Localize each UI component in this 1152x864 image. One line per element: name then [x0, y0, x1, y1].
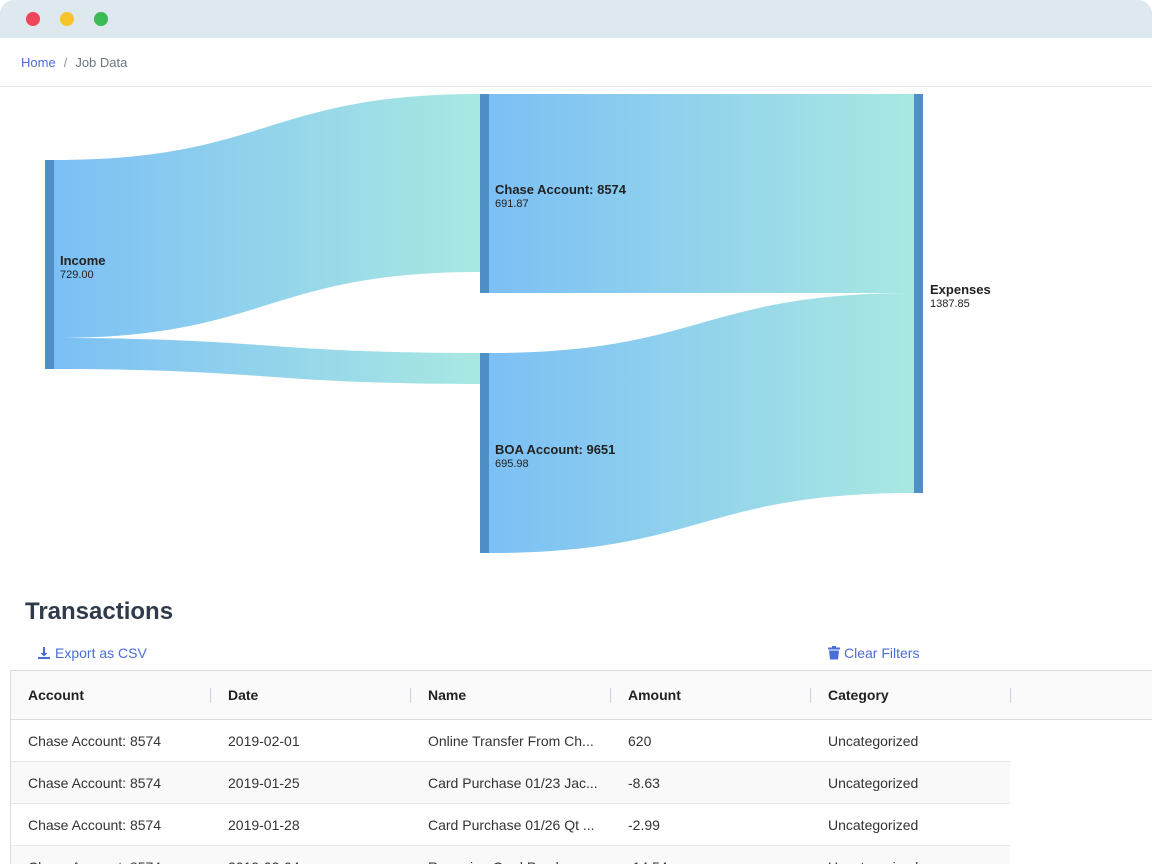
sankey-link-income-boa[interactable]	[54, 338, 480, 384]
minimize-window-button[interactable]	[60, 12, 74, 26]
export-csv-label: Export as CSV	[55, 645, 147, 661]
sankey-value-chase: 691.87	[495, 198, 529, 210]
sankey-value-expenses: 1387.85	[930, 298, 970, 310]
column-header-amount[interactable]: Amount	[611, 671, 811, 720]
sankey-link-income-chase[interactable]	[54, 94, 480, 338]
cell-account: Chase Account: 8574	[28, 775, 162, 791]
sankey-label-chase: Chase Account: 8574	[495, 182, 627, 197]
clear-filters-label: Clear Filters	[844, 645, 920, 661]
breadcrumb-separator: /	[63, 55, 68, 70]
clear-filters-button[interactable]: Clear Filters	[828, 645, 919, 661]
sankey-node-income[interactable]	[45, 160, 54, 369]
cell-amount: -2.99	[628, 817, 660, 833]
cell-date: 2019-02-04	[211, 846, 411, 864]
cell-date: 2019-01-25	[228, 775, 300, 791]
column-header-date[interactable]: Date	[211, 671, 411, 720]
table-header: Account Date Name Amount Category	[11, 671, 1152, 720]
table-row[interactable]: Chase Account: 8574 2019-01-25 Card Purc…	[11, 762, 1010, 804]
cell-account: Chase Account: 8574	[11, 846, 211, 864]
cell-category: Uncategorized	[828, 775, 919, 791]
cell-category: Uncategorized	[828, 733, 919, 749]
column-header-name[interactable]: Name	[411, 671, 611, 720]
breadcrumb: Home / Job Data	[21, 55, 127, 70]
column-divider[interactable]	[1010, 688, 1011, 703]
cell-amount: -8.63	[628, 775, 660, 791]
table-row[interactable]: Chase Account: 8574 2019-02-01 Online Tr…	[11, 720, 1010, 762]
cell-amount: -14.54	[611, 846, 811, 864]
app-window: Home / Job Data Income 729.00 Chase Accoun…	[0, 0, 1152, 864]
table-row[interactable]: Chase Account: 8574 2019-02-04 Recurring…	[11, 846, 1010, 864]
trash-icon	[828, 646, 840, 660]
cell-name: Card Purchase 01/26 Qt ...	[428, 817, 595, 833]
sankey-value-income: 729.00	[60, 269, 94, 281]
sankey-diagram: Income 729.00 Chase Account: 8574 691.87…	[45, 94, 991, 553]
cell-name: Online Transfer From Ch...	[428, 733, 594, 749]
maximize-window-button[interactable]	[94, 12, 108, 26]
export-csv-button[interactable]: Export as CSV	[37, 645, 147, 661]
transactions-table: Account Date Name Amount Category Chase …	[10, 670, 1152, 864]
download-icon	[37, 646, 51, 660]
cell-name: Recurring Card Purch...	[411, 846, 611, 864]
sankey-link-boa-expenses[interactable]	[489, 293, 914, 553]
table-row[interactable]: Chase Account: 8574 2019-01-28 Card Purc…	[11, 804, 1010, 846]
cell-date: 2019-01-28	[228, 817, 300, 833]
sankey-value-boa: 695.98	[495, 458, 529, 470]
cell-amount: 620	[628, 733, 652, 749]
sankey-node-boa[interactable]	[480, 353, 489, 553]
sankey-node-chase[interactable]	[480, 94, 489, 293]
cell-account: Chase Account: 8574	[28, 817, 162, 833]
transactions-title: Transactions	[25, 598, 174, 625]
column-header-category[interactable]: Category	[811, 671, 1011, 720]
cell-date: 2019-02-01	[228, 733, 300, 749]
close-window-button[interactable]	[26, 12, 40, 26]
column-header-account[interactable]: Account	[11, 671, 211, 720]
cell-name: Card Purchase 01/23 Jac...	[428, 775, 598, 791]
sankey-label-expenses: Expenses	[930, 282, 991, 297]
cell-account: Chase Account: 8574	[28, 733, 162, 749]
breadcrumb-home-link[interactable]: Home	[21, 55, 56, 70]
sankey-label-income: Income	[60, 253, 106, 268]
cell-category: Uncategorized	[828, 817, 919, 833]
cell-category: Uncategorized	[811, 846, 1010, 864]
sankey-label-boa: BOA Account: 9651	[495, 442, 615, 457]
window-titlebar	[0, 0, 1152, 38]
breadcrumb-current: Job Data	[75, 55, 128, 70]
sankey-node-expenses[interactable]	[914, 94, 923, 493]
